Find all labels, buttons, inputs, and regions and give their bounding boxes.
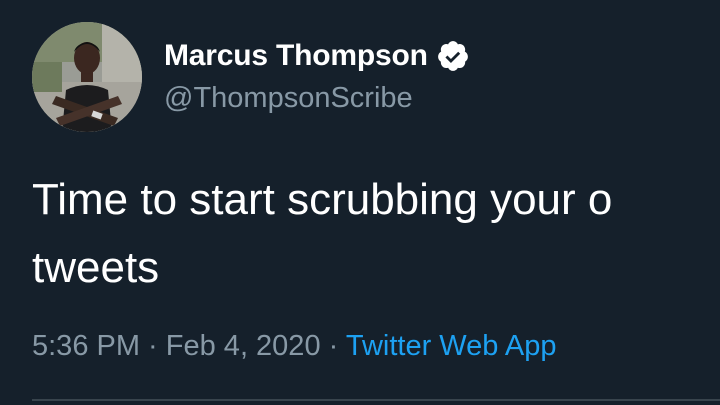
meta-separator: · [140,330,166,362]
tweet-card: Marcus Thompson @ThompsonScribe Time to … [0,0,720,405]
divider [32,399,720,401]
display-name[interactable]: Marcus Thompson [164,39,428,73]
avatar-photo [32,22,142,132]
tweet-text-line: Time to start scrubbing your o [32,175,613,224]
avatar[interactable] [32,22,142,132]
tweet-time[interactable]: 5:36 PM [32,330,140,362]
tweet-source-link[interactable]: Twitter Web App [346,330,557,362]
tweet-text: Time to start scrubbing your o tweets [32,166,720,302]
author-name-row[interactable]: Marcus Thompson [164,36,470,76]
verified-badge-icon [437,41,468,71]
tweet-text-line: tweets [32,243,160,292]
tweet-meta: 5:36 PM · Feb 4, 2020 · Twitter Web App [32,330,556,363]
tweet-date[interactable]: Feb 4, 2020 [166,330,321,362]
meta-separator: · [320,330,346,362]
user-handle[interactable]: @ThompsonScribe [164,82,413,115]
